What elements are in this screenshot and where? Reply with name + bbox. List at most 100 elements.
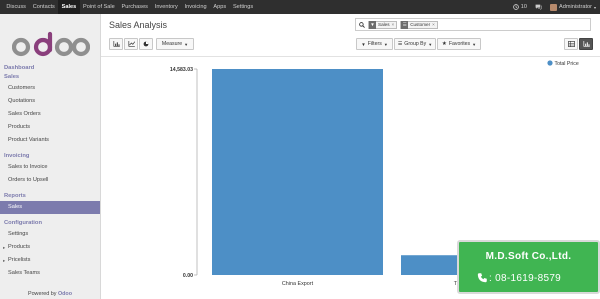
sidebar-item-label: Product Variants	[8, 137, 49, 143]
y-tick-label: 0.00	[183, 273, 193, 279]
favorites-dropdown[interactable]: ★ Favorites ▼	[437, 38, 481, 50]
group-by-icon: ☰	[401, 20, 409, 29]
caret-right-icon: ▸	[3, 258, 6, 263]
search-facet-customer[interactable]: ☰ Customer ×	[400, 20, 438, 29]
top-navbar: Discuss Contacts Sales Point of Sale Purchas…	[0, 0, 600, 14]
graph-view-button[interactable]	[579, 38, 593, 50]
group-by-dropdown[interactable]: ☰ Group By ▼	[394, 38, 436, 50]
y-tick-label: 14,583.03	[170, 67, 193, 73]
top-menu-item[interactable]: Purchases	[118, 0, 151, 14]
activity-indicator[interactable]: 10	[512, 4, 528, 10]
powered-by: Powered by Odoo	[0, 291, 100, 297]
sidebar-item-label: Quotations	[8, 98, 36, 104]
close-icon[interactable]: ×	[432, 22, 437, 27]
sidebar-item-label: Settings	[8, 231, 29, 237]
phone-number: 08-1619-8579	[495, 273, 562, 284]
sidebar-item-sales-teams[interactable]: Sales Teams	[0, 267, 100, 280]
search-icon[interactable]	[359, 21, 365, 28]
bar-china-export[interactable]	[212, 69, 383, 275]
measure-dropdown[interactable]: Measure ▼	[156, 38, 194, 50]
sidebar-section-dashboard[interactable]: Dashboard	[0, 64, 100, 73]
measure-label: Measure	[161, 41, 183, 47]
sidebar-item-label: Sales to Invoice	[8, 164, 48, 170]
sidebar-item-pricelists[interactable]: ▸ Pricelists	[0, 254, 100, 267]
page-title: Sales Analysis	[109, 20, 168, 30]
bar-chart-button[interactable]	[109, 38, 123, 50]
sidebar-item-settings[interactable]: Settings	[0, 228, 100, 241]
sidebar-item-sales-to-invoice[interactable]: Sales to Invoice	[0, 161, 100, 174]
pivot-view-button[interactable]	[564, 38, 578, 50]
sidebar-item-label: Sales Orders	[8, 111, 41, 117]
filter-icon: ▼	[361, 41, 366, 47]
sidebar-item-label: Customers	[8, 85, 36, 91]
sidebar-item-label: Sales	[8, 204, 22, 210]
sidebar-item-sales[interactable]: Sales	[0, 201, 100, 214]
star-icon: ★	[441, 41, 447, 47]
search-bar[interactable]: ▼ Sales × ☰ Customer ×	[355, 18, 591, 31]
sidebar-section-reports[interactable]: Reports	[0, 192, 100, 201]
chevron-down-icon: ▾	[593, 4, 596, 10]
sidebar-section-configuration[interactable]: Configuration	[0, 219, 100, 228]
caret-down-icon: ▼	[472, 41, 477, 47]
caret-down-icon: ▼	[383, 41, 388, 47]
sidebar-section-invoicing[interactable]: Invoicing	[0, 152, 100, 161]
caret-down-icon: ▼	[428, 41, 433, 47]
legend-swatch	[547, 60, 553, 66]
top-menu-item[interactable]: Inventory	[151, 0, 181, 14]
top-menu-item[interactable]: Discuss	[3, 0, 29, 14]
line-chart-icon	[128, 41, 135, 47]
sidebar-item-products[interactable]: ▸ Products	[0, 241, 100, 254]
line-chart-button[interactable]	[124, 38, 138, 50]
pie-chart-button[interactable]	[139, 38, 153, 50]
filters-label: Filters	[367, 41, 382, 47]
top-menu-item[interactable]: Point of Sale	[80, 0, 119, 14]
caret-right-icon: ▸	[3, 245, 6, 250]
group-by-label: Group By	[404, 41, 427, 47]
sidebar-item-label: Products	[8, 244, 31, 250]
sidebar-item-product-variants[interactable]: Product Variants	[0, 134, 100, 147]
company-watermark: M.D.Soft Co.,Ltd. : 08-1619-8579	[457, 240, 600, 294]
facet-label: Sales	[378, 22, 390, 27]
sidebar-section-sales[interactable]: Sales	[0, 73, 100, 82]
sidebar-item-quotations[interactable]: Quotations	[0, 95, 100, 108]
sidebar-item-sales-orders[interactable]: Sales Orders	[0, 108, 100, 121]
odoo-logo	[12, 31, 90, 57]
sidebar-nav: Dashboard Sales Customers Quotations Sales O…	[0, 64, 100, 280]
caret-down-icon: ▼	[184, 41, 189, 47]
favorites-label: Favorites	[448, 41, 471, 47]
sidebar-item-products[interactable]: Products	[0, 121, 100, 134]
top-menu-item[interactable]: Apps	[210, 0, 230, 14]
sidebar-item-label: Pricelists	[8, 257, 31, 263]
close-icon[interactable]: ×	[392, 22, 397, 27]
powered-by-brand[interactable]: Odoo	[58, 291, 72, 297]
phone-icon	[477, 273, 487, 283]
legend-label[interactable]: Total Price	[555, 61, 579, 67]
top-menu-item[interactable]: Sales	[58, 0, 80, 14]
user-menu[interactable]: Administrator ▾	[550, 3, 596, 11]
top-menu-item[interactable]: Contacts	[29, 0, 58, 14]
group-by-icon: ☰	[397, 41, 403, 47]
pie-chart-icon	[143, 41, 149, 47]
bar-chart-icon	[583, 41, 590, 47]
table-icon	[567, 41, 575, 47]
filters-dropdown[interactable]: ▼ Filters ▼	[356, 38, 393, 50]
x-tick-label: China Export	[282, 281, 314, 287]
bar-chart-icon	[113, 41, 120, 47]
sidebar-item-label: Sales Teams	[8, 270, 40, 276]
powered-by-prefix: Powered by	[27, 291, 57, 297]
sidebar-item-label: Orders to Upsell	[8, 177, 49, 183]
chat-icon	[535, 4, 542, 10]
top-menu-item[interactable]: Invoicing	[181, 0, 210, 14]
top-right-systray: 10 Administrator ▾	[512, 0, 596, 14]
company-phone: : 08-1619-8579	[489, 273, 561, 284]
company-name: M.D.Soft Co.,Ltd.	[485, 251, 572, 262]
activity-count: 10	[520, 4, 528, 10]
sidebar-item-orders-to-upsell[interactable]: Orders to Upsell	[0, 174, 100, 187]
sidebar-item-customers[interactable]: Customers	[0, 82, 100, 95]
search-facet-sales[interactable]: ▼ Sales ×	[368, 20, 398, 29]
sidebar: Dashboard Sales Customers Quotations Sales O…	[0, 14, 101, 299]
messages-button[interactable]	[535, 4, 542, 10]
avatar	[550, 3, 558, 11]
top-menu-item[interactable]: Settings	[230, 0, 257, 14]
sidebar-item-label: Products	[8, 124, 31, 130]
